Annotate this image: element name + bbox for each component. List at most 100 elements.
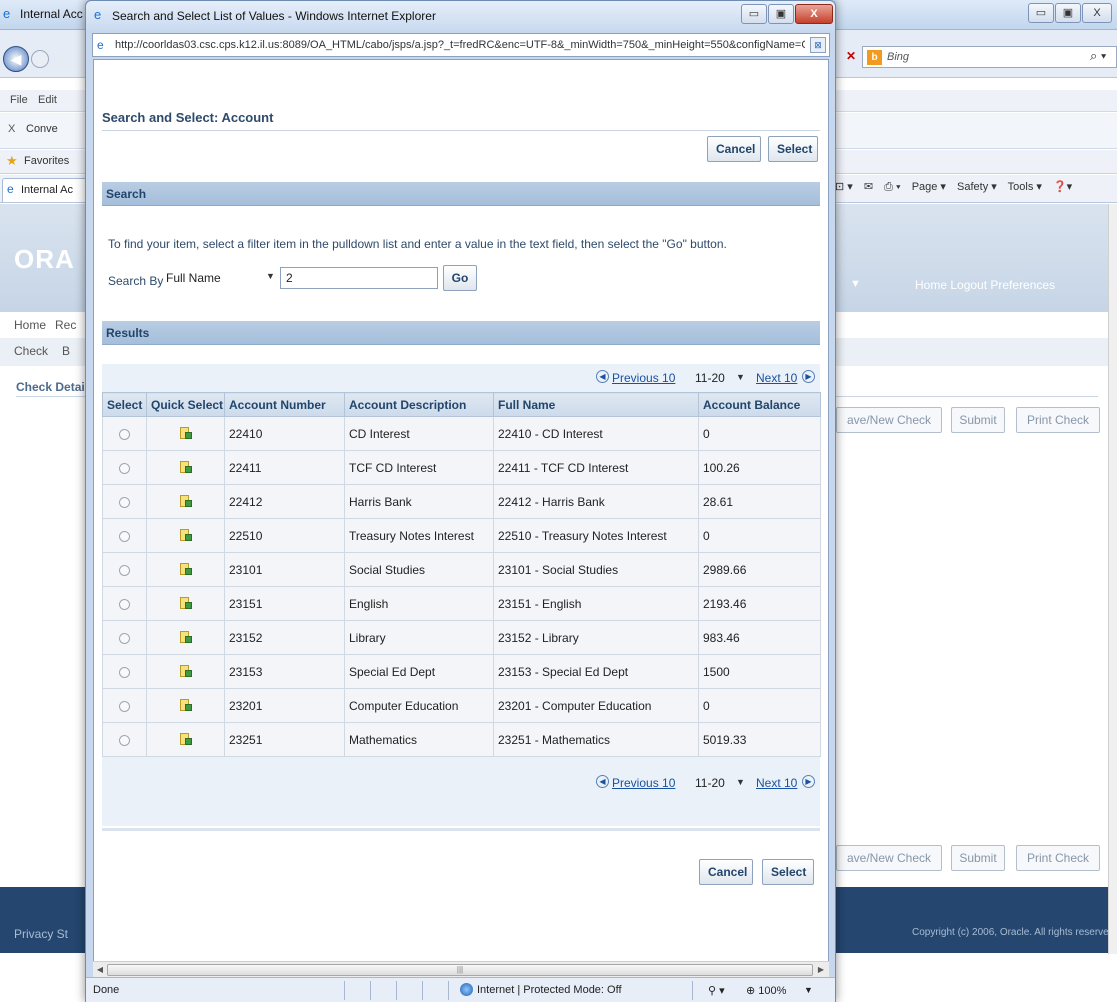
- subnav-check[interactable]: Check: [14, 344, 48, 358]
- background-minimize-button[interactable]: ▭: [1028, 3, 1054, 23]
- row-select-radio[interactable]: [119, 700, 130, 712]
- chevron-down-icon[interactable]: ▼: [850, 278, 861, 290]
- table-row[interactable]: 22411 TCF CD Interest 22411 - TCF CD Inter…: [102, 450, 821, 485]
- security-icon[interactable]: ⚲ ▾: [708, 984, 725, 997]
- compatibility-icon[interactable]: ⊠: [810, 37, 826, 53]
- row-select-radio[interactable]: [119, 598, 130, 610]
- scroll-left-icon[interactable]: ◀: [94, 964, 106, 976]
- feeds-icon[interactable]: ⊡ ▾: [835, 181, 853, 193]
- scrollbar-thumb[interactable]: |||: [107, 964, 813, 976]
- column-header-account-description[interactable]: Account Description: [344, 392, 494, 417]
- table-row[interactable]: 23201 Computer Education 23201 - Computer …: [102, 688, 821, 723]
- row-select-radio[interactable]: [119, 496, 130, 508]
- background-close-button[interactable]: X: [1082, 3, 1112, 23]
- command-safety[interactable]: Safety ▾: [957, 181, 997, 193]
- toolbar-close-icon[interactable]: X: [8, 123, 15, 135]
- go-button[interactable]: Go: [443, 265, 477, 291]
- print-icon[interactable]: ⎙ ▾: [884, 181, 900, 193]
- row-select-radio[interactable]: [119, 530, 130, 542]
- toolbar-item-convert[interactable]: Conve: [26, 123, 58, 135]
- table-row[interactable]: 22510 Treasury Notes Interest 22510 - Trea…: [102, 518, 821, 553]
- quick-select-icon[interactable]: [179, 460, 192, 475]
- zoom-level[interactable]: ⊕ 100%: [746, 984, 786, 997]
- next-arrow-icon[interactable]: ▶: [802, 370, 815, 383]
- chevron-down-icon[interactable]: ▼: [804, 985, 813, 995]
- row-select-radio[interactable]: [119, 462, 130, 474]
- table-row[interactable]: 23152 Library 23152 - Library 983.46: [102, 620, 821, 655]
- background-maximize-button[interactable]: ▣: [1055, 3, 1081, 23]
- quick-select-icon[interactable]: [179, 528, 192, 543]
- table-row[interactable]: 23251 Mathematics 23251 - Mathematics 5019.…: [102, 722, 821, 757]
- quick-select-icon[interactable]: [179, 596, 192, 611]
- popup-close-button[interactable]: X: [795, 4, 833, 24]
- forward-arrow-icon[interactable]: [31, 50, 49, 68]
- table-row[interactable]: 23153 Special Ed Dept 23153 - Special Ed D…: [102, 654, 821, 689]
- background-scrollbar[interactable]: [1108, 204, 1117, 954]
- select-button[interactable]: Select: [768, 136, 818, 162]
- submit-button-bottom[interactable]: Submit: [951, 845, 1005, 871]
- next-10-link-bottom[interactable]: Next 10: [756, 776, 797, 790]
- table-row[interactable]: 22410 CD Interest 22410 - CD Interest 0: [102, 416, 821, 451]
- quick-select-icon[interactable]: [179, 732, 192, 747]
- bing-search-input[interactable]: b Bing: [862, 46, 1117, 68]
- print-check-button[interactable]: Print Check: [1016, 407, 1100, 433]
- horizontal-scrollbar[interactable]: ◀ ||| ▶: [93, 961, 829, 977]
- submit-button[interactable]: Submit: [951, 407, 1005, 433]
- column-header-account-balance[interactable]: Account Balance: [698, 392, 821, 417]
- save-new-check-button[interactable]: ave/New Check: [836, 407, 942, 433]
- chevron-down-icon[interactable]: ▼: [736, 372, 745, 382]
- table-row[interactable]: 22412 Harris Bank 22412 - Harris Bank 28.61: [102, 484, 821, 519]
- stop-icon[interactable]: ✕: [846, 49, 856, 63]
- row-select-radio[interactable]: [119, 564, 130, 576]
- previous-arrow-icon[interactable]: ◀: [596, 775, 609, 788]
- search-value-input[interactable]: 2: [280, 267, 438, 289]
- row-select-radio[interactable]: [119, 734, 130, 746]
- chevron-down-icon[interactable]: ▼: [266, 271, 275, 281]
- select-button-bottom[interactable]: Select: [762, 859, 814, 885]
- command-page[interactable]: Page ▾: [912, 181, 946, 193]
- table-row[interactable]: 23101 Social Studies 23101 - Social Studie…: [102, 552, 821, 587]
- tab-home[interactable]: Home: [14, 318, 46, 332]
- back-arrow-icon[interactable]: ◀: [3, 46, 29, 72]
- quick-select-icon[interactable]: [179, 562, 192, 577]
- quick-select-icon[interactable]: [179, 664, 192, 679]
- subnav-b[interactable]: B: [62, 344, 70, 358]
- scroll-right-icon[interactable]: ▶: [815, 964, 827, 976]
- command-tools[interactable]: Tools ▾: [1008, 181, 1042, 193]
- previous-10-link[interactable]: Previous 10: [612, 371, 675, 385]
- global-links[interactable]: Home Logout Preferences: [915, 278, 1055, 292]
- popup-url-text[interactable]: http://coorldas03.csc.cps.k12.il.us:8089…: [115, 39, 805, 51]
- tab-rec[interactable]: Rec: [55, 318, 76, 332]
- chevron-down-icon[interactable]: ▼: [736, 777, 745, 787]
- search-by-select[interactable]: Full Name: [164, 267, 276, 289]
- column-header-full-name[interactable]: Full Name: [493, 392, 699, 417]
- quick-select-icon[interactable]: [179, 630, 192, 645]
- row-select-radio[interactable]: [119, 632, 130, 644]
- popup-minimize-button[interactable]: ▭: [741, 4, 767, 24]
- popup-address-bar[interactable]: e http://coorldas03.csc.cps.k12.il.us:80…: [92, 33, 830, 57]
- security-zone[interactable]: Internet | Protected Mode: Off: [477, 984, 622, 996]
- column-header-account-number[interactable]: Account Number: [224, 392, 345, 417]
- save-new-check-button-bottom[interactable]: ave/New Check: [836, 845, 942, 871]
- menu-file[interactable]: File: [10, 94, 28, 106]
- row-select-radio[interactable]: [119, 666, 130, 678]
- menu-edit[interactable]: Edit: [38, 94, 57, 106]
- privacy-link[interactable]: Privacy St: [14, 927, 68, 941]
- row-select-radio[interactable]: [119, 428, 130, 440]
- previous-10-link-bottom[interactable]: Previous 10: [612, 776, 675, 790]
- next-10-link[interactable]: Next 10: [756, 371, 797, 385]
- quick-select-icon[interactable]: [179, 698, 192, 713]
- cancel-button-bottom[interactable]: Cancel: [699, 859, 753, 885]
- next-arrow-icon[interactable]: ▶: [802, 775, 815, 788]
- help-icon[interactable]: ❓▾: [1053, 181, 1072, 193]
- quick-select-icon[interactable]: [179, 494, 192, 509]
- favorites-label[interactable]: Favorites: [24, 155, 69, 167]
- popup-maximize-button[interactable]: ▣: [768, 4, 794, 24]
- print-check-button-bottom[interactable]: Print Check: [1016, 845, 1100, 871]
- table-row[interactable]: 23151 English 23151 - English 2193.46: [102, 586, 821, 621]
- previous-arrow-icon[interactable]: ◀: [596, 370, 609, 383]
- quick-select-icon[interactable]: [179, 426, 192, 441]
- mail-icon[interactable]: ✉: [864, 181, 873, 193]
- search-icon[interactable]: ⌕ ▾: [1090, 48, 1106, 64]
- cancel-button[interactable]: Cancel: [707, 136, 761, 162]
